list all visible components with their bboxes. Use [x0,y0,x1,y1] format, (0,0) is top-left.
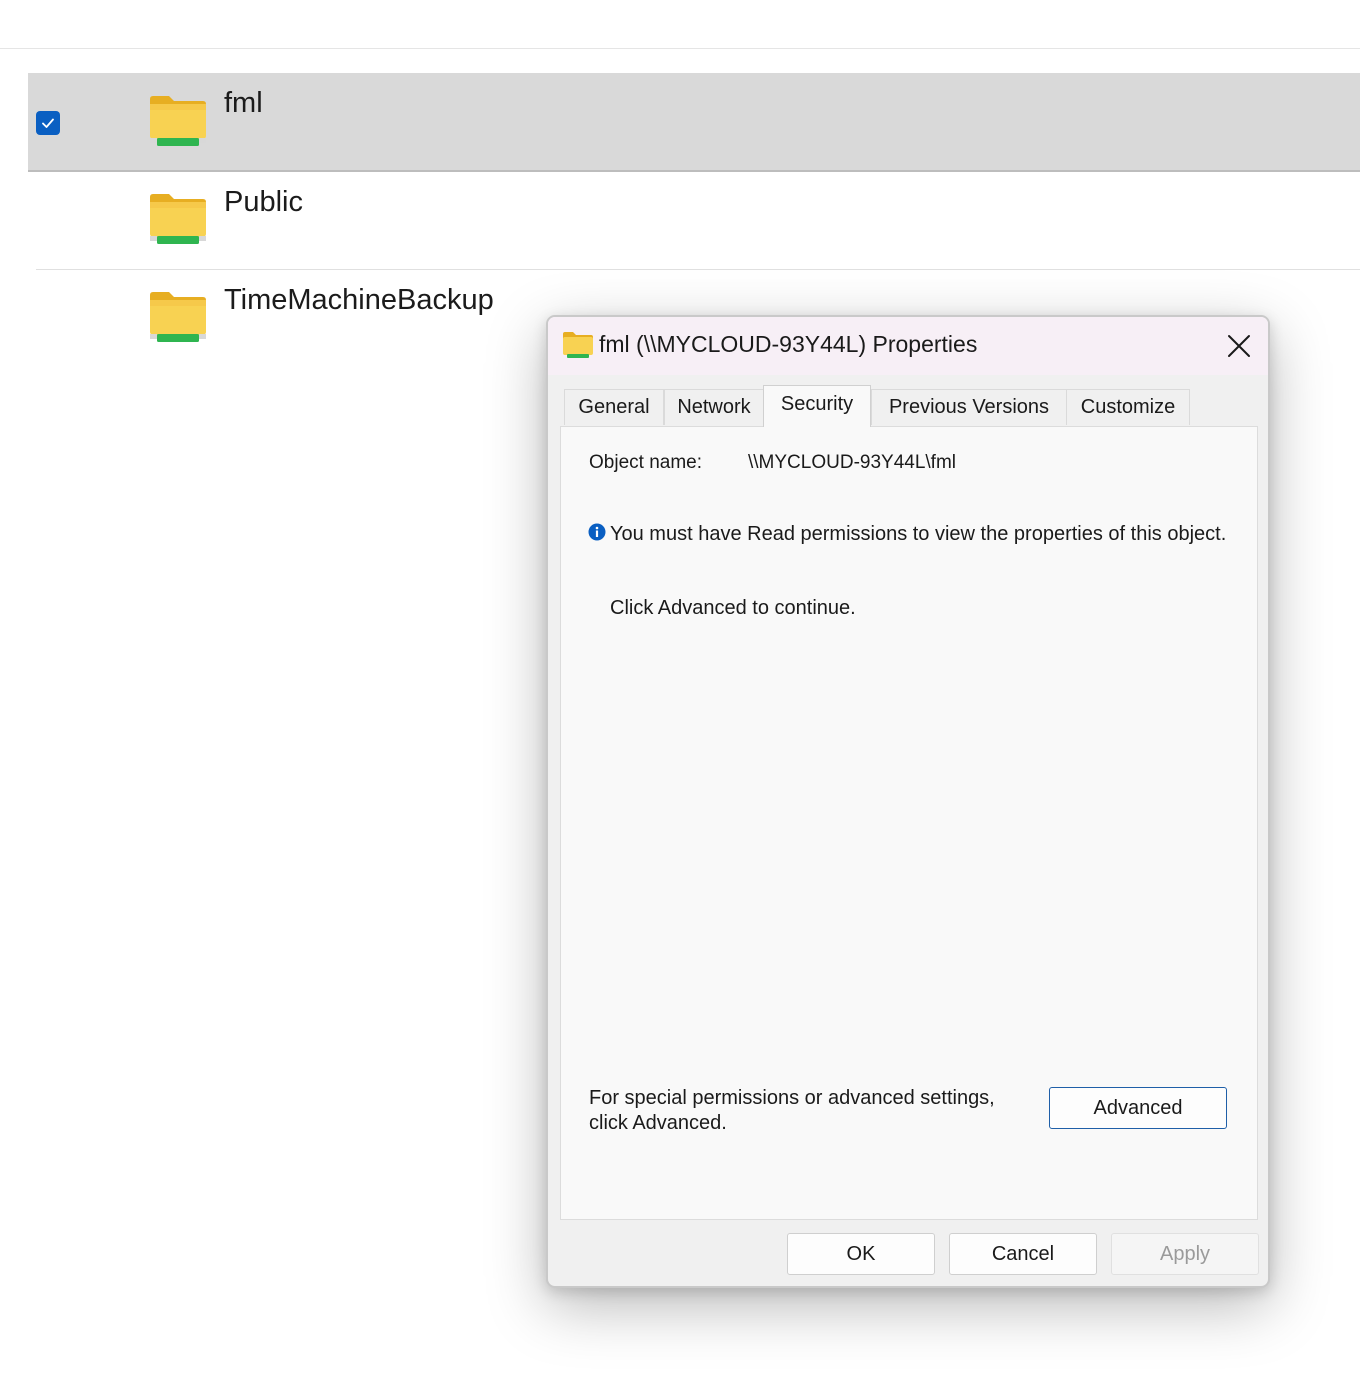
header-divider [0,48,1360,49]
dialog-title: fml (\\MYCLOUD-93Y44L) Properties [599,331,978,357]
checkbox-checked-icon[interactable] [36,111,60,135]
folder-name[interactable]: TimeMachineBackup [224,284,494,317]
apply-button[interactable]: Apply [1111,1233,1259,1275]
tab-previous-versions[interactable]: Previous Versions [871,389,1067,425]
dialog-titlebar[interactable]: fml (\\MYCLOUD-93Y44L) Properties [548,317,1268,375]
object-name-label: Object name: [589,452,702,473]
close-button[interactable] [1214,321,1264,371]
info-icon [588,523,606,541]
info-message: You must have Read permissions to view t… [610,523,1227,545]
close-icon [1228,335,1250,357]
tab-customize[interactable]: Customize [1066,389,1190,425]
list-item-public[interactable]: Public [36,172,1360,270]
tab-network[interactable]: Network [664,389,764,425]
info-hint: Click Advanced to continue. [610,597,856,619]
network-folder-icon [150,194,206,244]
folder-name[interactable]: Public [224,186,303,219]
security-panel: Object name: \\MYCLOUD-93Y44L\fml You mu… [560,426,1258,1220]
tab-security[interactable]: Security [763,385,871,427]
network-folder-icon [563,332,593,358]
network-folder-icon [150,292,206,342]
cancel-button[interactable]: Cancel [949,1233,1097,1275]
network-folder-icon [150,96,206,146]
advanced-description: For special permissions or advanced sett… [589,1087,995,1134]
properties-dialog: fml (\\MYCLOUD-93Y44L) Properties Genera… [546,315,1270,1288]
ok-button[interactable]: OK [787,1233,935,1275]
folder-name[interactable]: fml [224,87,263,120]
advanced-button[interactable]: Advanced [1049,1087,1227,1129]
list-item-fml[interactable]: fml [28,73,1360,172]
tab-general[interactable]: General [564,389,664,425]
object-name-value: \\MYCLOUD-93Y44L\fml [748,452,957,473]
